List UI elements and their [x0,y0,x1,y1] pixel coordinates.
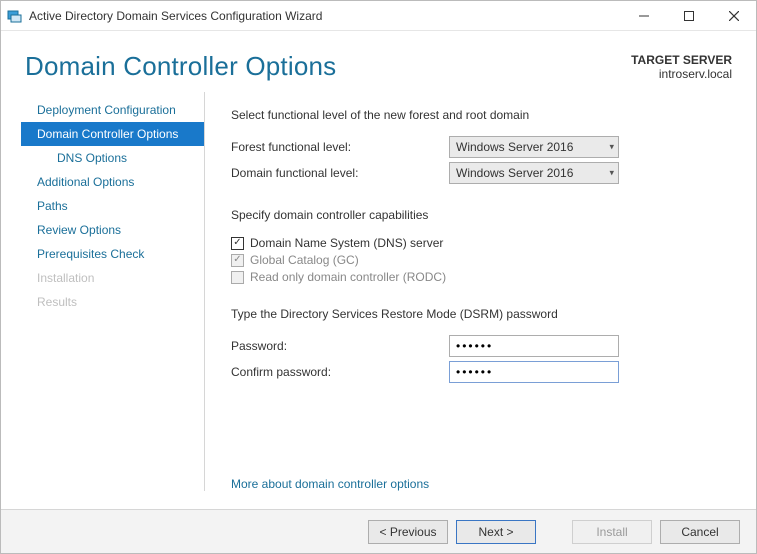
sidebar-item-additional-options[interactable]: Additional Options [21,170,204,194]
sidebar-item-dns-options[interactable]: DNS Options [21,146,204,170]
target-server-value: introserv.local [631,67,732,81]
sidebar: Deployment Configuration Domain Controll… [21,92,205,491]
functional-level-heading: Select functional level of the new fores… [231,108,730,122]
footer: < Previous Next > Install Cancel [1,509,756,553]
global-catalog-checkbox-row: Global Catalog (GC) [231,253,730,267]
sidebar-item-review-options[interactable]: Review Options [21,218,204,242]
rodc-checkbox [231,271,244,284]
window-title: Active Directory Domain Services Configu… [29,9,621,23]
password-label: Password: [231,339,449,353]
cancel-button[interactable]: Cancel [660,520,740,544]
domain-functional-level-select[interactable]: Windows Server 2016 ▾ [449,162,619,184]
forest-functional-level-select[interactable]: Windows Server 2016 ▾ [449,136,619,158]
sidebar-item-prerequisites-check[interactable]: Prerequisites Check [21,242,204,266]
forest-functional-level-value: Windows Server 2016 [456,140,573,154]
close-button[interactable] [711,1,756,31]
sidebar-item-paths[interactable]: Paths [21,194,204,218]
confirm-password-input[interactable] [449,361,619,383]
more-about-link[interactable]: More about domain controller options [231,477,429,491]
minimize-button[interactable] [621,1,666,31]
domain-functional-level-value: Windows Server 2016 [456,166,573,180]
dsrm-heading: Type the Directory Services Restore Mode… [231,307,730,321]
page-title: Domain Controller Options [25,51,631,82]
header: Domain Controller Options TARGET SERVER … [1,31,756,92]
body: Deployment Configuration Domain Controll… [1,92,756,491]
global-catalog-label: Global Catalog (GC) [250,253,359,267]
target-server-label: TARGET SERVER [631,53,732,67]
titlebar: Active Directory Domain Services Configu… [1,1,756,31]
forest-functional-level-label: Forest functional level: [231,140,449,154]
rodc-label: Read only domain controller (RODC) [250,270,446,284]
sidebar-item-domain-controller-options[interactable]: Domain Controller Options [21,122,204,146]
sidebar-item-deployment-configuration[interactable]: Deployment Configuration [21,98,204,122]
capabilities-heading: Specify domain controller capabilities [231,208,730,222]
rodc-checkbox-row: Read only domain controller (RODC) [231,270,730,284]
dns-server-label: Domain Name System (DNS) server [250,236,443,250]
confirm-password-label: Confirm password: [231,365,449,379]
dns-server-checkbox[interactable] [231,237,244,250]
dns-server-checkbox-row[interactable]: Domain Name System (DNS) server [231,236,730,250]
chevron-down-icon: ▾ [609,168,614,179]
window-controls [621,1,756,31]
chevron-down-icon: ▾ [609,142,614,153]
global-catalog-checkbox [231,254,244,267]
content: Select functional level of the new fores… [205,92,756,491]
target-server-box: TARGET SERVER introserv.local [631,51,732,81]
sidebar-item-installation: Installation [21,266,204,290]
previous-button[interactable]: < Previous [368,520,448,544]
app-icon [7,8,23,24]
sidebar-item-results: Results [21,290,204,314]
maximize-button[interactable] [666,1,711,31]
domain-functional-level-label: Domain functional level: [231,166,449,180]
password-input[interactable] [449,335,619,357]
install-button: Install [572,520,652,544]
next-button[interactable]: Next > [456,520,536,544]
